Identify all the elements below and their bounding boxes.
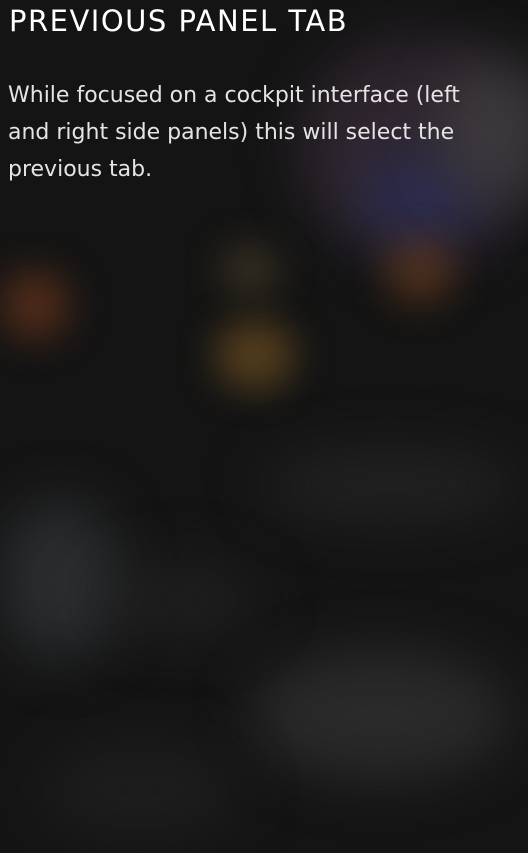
background-light (215, 320, 295, 390)
panel-description: While focused on a cockpit interface (le… (8, 83, 460, 182)
background-glow (260, 450, 520, 520)
background-glow (100, 560, 260, 640)
panel-title: PREVIOUS PANEL TAB (9, 4, 349, 38)
background-glow (250, 650, 510, 780)
background-light (385, 240, 455, 305)
background-light (0, 270, 70, 340)
background-glow (40, 740, 240, 840)
background-light (220, 245, 280, 295)
keybind-info-panel: PREVIOUS PANEL TAB While focused on a co… (0, 0, 528, 853)
background-glow (0, 500, 120, 660)
